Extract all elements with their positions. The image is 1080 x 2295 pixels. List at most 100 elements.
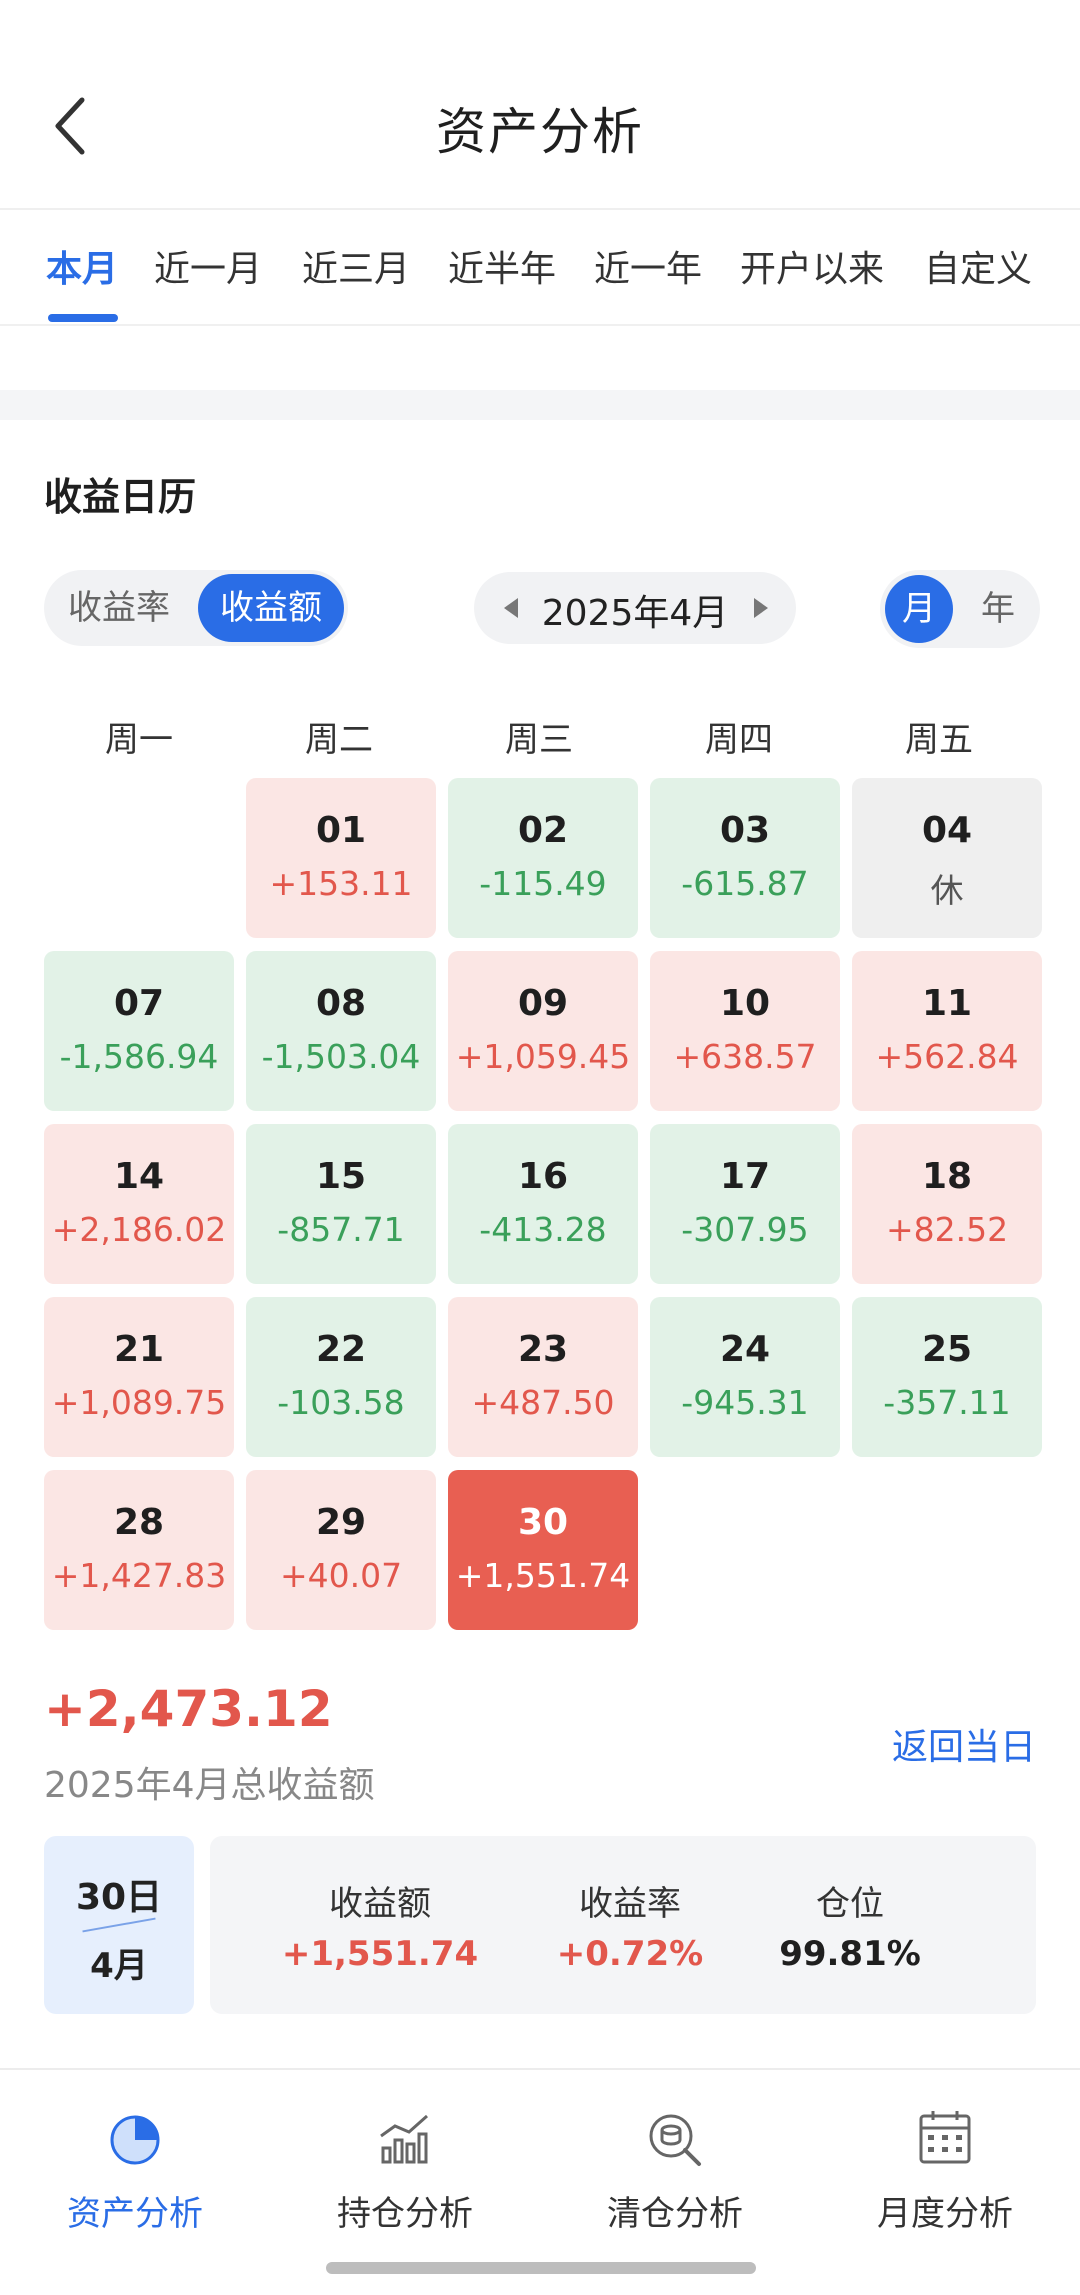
stat-label: 收益率 (579, 1884, 681, 1924)
calendar-day-value: +562.84 (875, 1037, 1019, 1076)
calendar-day-value: +487.50 (471, 1383, 615, 1422)
calendar-day-cell[interactable]: 18 +82.52 (852, 1124, 1042, 1284)
calendar-day-value: +153.11 (269, 864, 413, 903)
calendar-day-cell[interactable]: 23 +487.50 (448, 1297, 638, 1457)
tab-custom[interactable]: 自定义 (924, 240, 1032, 292)
calendar-day-number: 16 (517, 1156, 569, 1197)
stat-value: +0.72% (556, 1934, 704, 1974)
calendar-icon (919, 2111, 971, 2164)
month-total-value: +2,473.12 (44, 1680, 333, 1738)
calendar-day-cell[interactable]: 25 -357.11 (852, 1297, 1042, 1457)
weekday-header: 周三 (505, 720, 573, 760)
tab-last-half-year[interactable]: 近半年 (448, 240, 556, 292)
pie-chart-icon (110, 2115, 160, 2165)
calendar-day-cell[interactable]: 24 -945.31 (650, 1297, 840, 1457)
weekday-header: 周五 (905, 720, 973, 760)
stat-value: +1,551.74 (281, 1934, 479, 1974)
year-view-option[interactable]: 年 (964, 575, 1032, 643)
calendar-day-number: 14 (113, 1156, 165, 1197)
month-picker: 2025年4月 (474, 572, 796, 644)
next-month-icon[interactable] (754, 598, 768, 618)
stat-label: 仓位 (816, 1884, 884, 1924)
calendar-day-number: 15 (315, 1156, 367, 1197)
stat-label: 收益额 (329, 1884, 431, 1924)
calendar-day-number: 07 (113, 983, 165, 1024)
calendar-day-value: -115.49 (479, 864, 607, 903)
selected-date-badge: 30日 4月 (44, 1836, 194, 2014)
calendar-day-cell[interactable]: 14 +2,186.02 (44, 1124, 234, 1284)
tab-last-3-months[interactable]: 近三月 (302, 240, 410, 292)
calendar-day-cell[interactable]: 03 -615.87 (650, 778, 840, 938)
calendar-day-number: 02 (517, 810, 569, 851)
calendar-day-value: -103.58 (277, 1383, 405, 1422)
amount-toggle-option[interactable]: 收益额 (198, 574, 344, 642)
selected-day: 30日 (75, 1877, 163, 1918)
calendar-day-value: +82.52 (885, 1210, 1009, 1249)
calendar-day-cell[interactable]: 01 +153.11 (246, 778, 436, 938)
stat-value: 99.81% (779, 1934, 921, 1974)
calendar-day-value: +2,186.02 (51, 1210, 227, 1249)
tab-last-month[interactable]: 近一月 (154, 240, 262, 292)
calendar-day-cell[interactable]: 30 +1,551.74 (448, 1470, 638, 1630)
active-tab-indicator (48, 314, 118, 322)
day-detail-card: 收益额 +1,551.74 收益率 +0.72% 仓位 99.81% (210, 1836, 1036, 2014)
nav-label: 资产分析 (67, 2194, 203, 2234)
coin-search-icon (649, 2114, 701, 2166)
tab-last-year[interactable]: 近一年 (594, 240, 702, 292)
calendar-day-cell[interactable]: 09 +1,059.45 (448, 951, 638, 1111)
calendar-day-value: +1,427.83 (51, 1556, 227, 1595)
calendar-day-cell[interactable]: 02 -115.49 (448, 778, 638, 938)
calendar-day-cell[interactable]: 11 +562.84 (852, 951, 1042, 1111)
calendar-day-number: 11 (921, 983, 973, 1024)
calendar-title: 收益日历 (44, 475, 197, 519)
nav-label: 清仓分析 (607, 2194, 743, 2234)
calendar-day-number: 22 (315, 1329, 367, 1370)
calendar-day-number: 30 (517, 1502, 569, 1543)
calendar-day-cell[interactable]: 15 -857.71 (246, 1124, 436, 1284)
calendar-day-cell[interactable]: 17 -307.95 (650, 1124, 840, 1284)
bottom-nav: 资产分析 持仓分析 清仓分析 月度分析 (0, 2070, 1080, 2250)
calendar-day-cell[interactable]: 21 +1,089.75 (44, 1297, 234, 1457)
metric-toggle: 收益率 收益额 (44, 570, 348, 646)
calendar-day-cell[interactable]: 10 +638.57 (650, 951, 840, 1111)
calendar-day-value: -413.28 (479, 1210, 607, 1249)
calendar-day-value: -1,503.04 (261, 1037, 421, 1076)
selected-month: 4月 (90, 1946, 148, 1986)
calendar-day-number: 25 (921, 1329, 973, 1370)
calendar-day-cell[interactable]: 22 -103.58 (246, 1297, 436, 1457)
page-title: 资产分析 (436, 103, 644, 161)
calendar-day-value: +1,059.45 (455, 1037, 631, 1076)
calendar-day-number: 24 (719, 1329, 771, 1370)
calendar-day-cell[interactable]: 16 -413.28 (448, 1124, 638, 1284)
calendar-day-number: 03 (719, 810, 771, 851)
calendar-day-value: 休 (930, 871, 964, 910)
tab-this-month[interactable]: 本月 (46, 240, 118, 292)
home-indicator (326, 2262, 756, 2274)
month-picker-value[interactable]: 2025年4月 (474, 584, 796, 636)
app-header: 资产分析 (0, 0, 1080, 208)
tab-since-opening[interactable]: 开户以来 (740, 240, 884, 292)
bar-trend-icon (380, 2114, 428, 2164)
rate-toggle-option[interactable]: 收益率 (44, 574, 194, 642)
calendar-day-number: 01 (315, 810, 367, 851)
weekday-header: 周一 (105, 720, 173, 760)
calendar-day-cell[interactable]: 07 -1,586.94 (44, 951, 234, 1111)
calendar-day-number: 08 (315, 983, 367, 1024)
calendar-day-cell[interactable]: 28 +1,427.83 (44, 1470, 234, 1630)
month-view-option[interactable]: 月 (885, 575, 953, 643)
month-total-label: 2025年4月总收益额 (44, 1765, 375, 1806)
calendar-day-cell[interactable]: 08 -1,503.04 (246, 951, 436, 1111)
back-to-today-link[interactable]: 返回当日 (892, 1718, 1036, 1770)
calendar-day-value: -307.95 (681, 1210, 809, 1249)
period-tabs: 本月 近一月 近三月 近半年 近一年 开户以来 自定义 (0, 210, 1080, 324)
calendar-day-value: -1,586.94 (59, 1037, 219, 1076)
calendar-day-value: +1,089.75 (51, 1383, 227, 1422)
calendar-day-cell[interactable]: 04 休 (852, 778, 1042, 938)
nav-label: 持仓分析 (337, 2194, 473, 2234)
calendar-day-value: +638.57 (673, 1037, 817, 1076)
nav-label: 月度分析 (877, 2194, 1013, 2234)
calendar-day-value: +1,551.74 (455, 1556, 631, 1595)
calendar-day-number: 28 (113, 1502, 165, 1543)
calendar-day-cell[interactable]: 29 +40.07 (246, 1470, 436, 1630)
calendar-day-number: 10 (719, 983, 771, 1024)
